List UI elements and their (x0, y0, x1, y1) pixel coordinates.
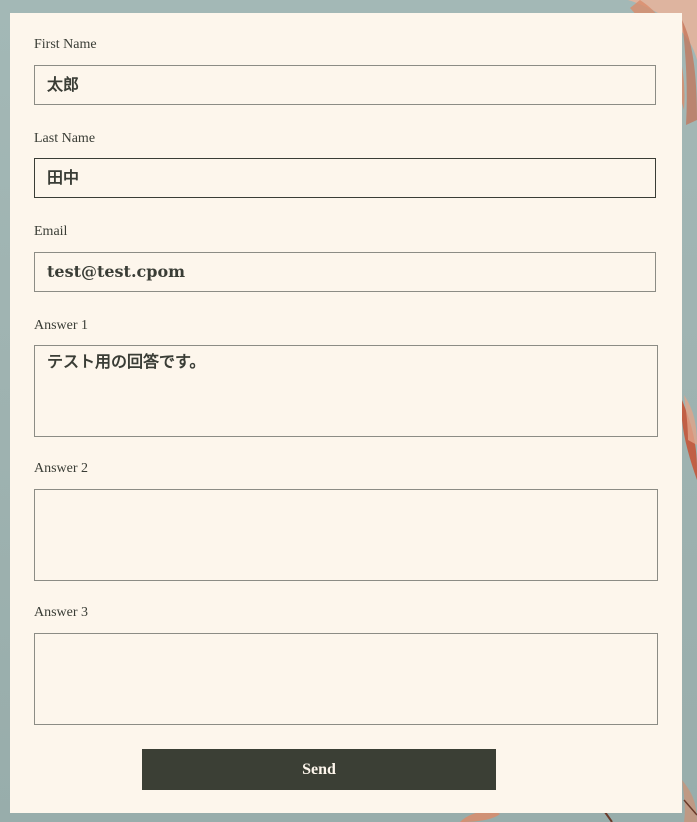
last-name-label: Last Name (34, 131, 96, 146)
contact-form: First Name 太郎 Last Name 田中 Email test@te… (10, 13, 682, 813)
answer2-textarea[interactable] (34, 489, 658, 581)
answer1-textarea[interactable]: テスト用の回答です。 (34, 345, 658, 437)
answer2-label: Answer 2 (34, 461, 89, 476)
last-name-input[interactable]: 田中 (34, 158, 656, 198)
first-name-input[interactable]: 太郎 (34, 65, 656, 105)
email-input[interactable]: test@test.cpom (34, 252, 656, 292)
first-name-label: First Name (34, 37, 97, 52)
answer1-label: Answer 1 (34, 318, 89, 333)
send-button[interactable]: Send (142, 749, 496, 790)
answer3-label: Answer 3 (34, 605, 89, 620)
answer3-textarea[interactable] (34, 633, 658, 725)
email-label: Email (34, 224, 68, 239)
